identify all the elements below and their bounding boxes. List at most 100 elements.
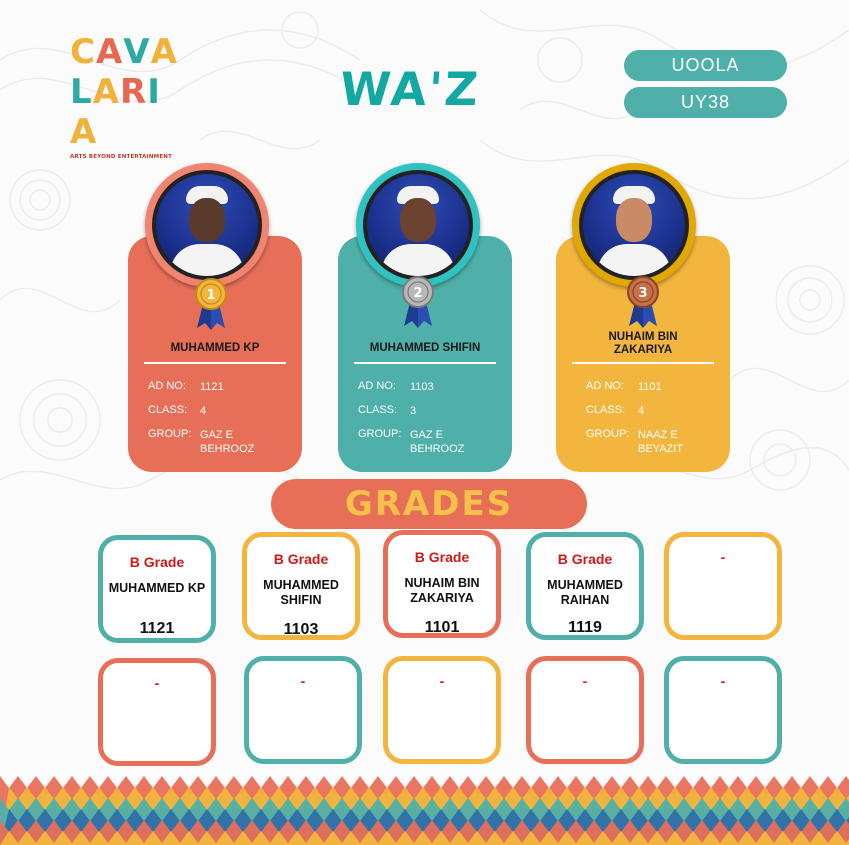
ad-no-label: AD NO: — [586, 380, 624, 392]
logo-letter: A — [70, 112, 98, 152]
logo-letter: A — [95, 32, 124, 72]
class-row: CLASS: 3 — [358, 404, 490, 418]
logo-line-2: LARIA — [70, 72, 180, 152]
face-shape — [189, 198, 225, 242]
silver-medal-icon: 2 — [402, 276, 434, 328]
class-label: CLASS: — [148, 404, 188, 416]
gold-medal-icon: 1 — [195, 278, 227, 330]
avatar-border — [152, 170, 262, 280]
bronze-medal-icon: 3 — [627, 276, 659, 328]
grade-box-10: - — [664, 656, 782, 764]
grade-box-3: B Grade NUHAIM BIN ZAKARIYA 1101 — [383, 530, 501, 638]
avatar — [583, 174, 685, 276]
avatar-border — [363, 170, 473, 280]
class-value: 3 — [410, 405, 417, 417]
class-row: CLASS: 4 — [148, 404, 280, 418]
grade-student-name: MUHAMMED SHIFIN — [263, 578, 339, 607]
ad-no-label: AD NO: — [148, 380, 186, 392]
avatar — [367, 174, 469, 276]
ad-no-value: 1101 — [638, 381, 662, 393]
shirt-shape — [381, 244, 455, 276]
logo-letter: A — [92, 72, 120, 112]
avatar-frame-2 — [356, 163, 480, 287]
avatar-frame-3 — [572, 163, 696, 287]
logo-letter: A — [150, 32, 178, 72]
grade-label: B Grade — [557, 551, 613, 567]
face-shape — [616, 198, 652, 242]
grade-box-2: B Grade MUHAMMED SHIFIN 1103 — [242, 532, 360, 640]
grade-student-name: NUHAIM BIN ZAKARIYA — [404, 576, 480, 605]
grade-label: - — [439, 673, 445, 689]
grade-ad-no: 1103 — [283, 621, 319, 638]
grade-box-4: B Grade MUHAMMED RAIHAN 1119 — [526, 532, 644, 640]
rank-number: 1 — [206, 288, 215, 303]
grade-student-name: MUHAMMED RAIHAN — [547, 578, 623, 607]
code-badge: UY38 — [624, 87, 787, 118]
ad-no-row: AD NO: 1121 — [148, 380, 280, 394]
logo-letter: V — [123, 32, 151, 72]
grade-box-5: - — [664, 532, 782, 640]
class-value: 4 — [200, 405, 207, 417]
winner-name: MUHAMMED KP — [170, 342, 260, 354]
shirt-shape — [597, 244, 671, 276]
grade-label: B Grade — [273, 551, 329, 567]
ad-no-row: AD NO: 1103 — [358, 380, 490, 394]
grade-label: B Grade — [129, 554, 185, 570]
grade-ad-no: 1119 — [568, 619, 602, 636]
divider — [572, 362, 714, 364]
ad-no-row: AD NO: 1101 — [586, 380, 718, 394]
category-badge: UOOLA — [624, 50, 787, 81]
avatar-border — [579, 170, 689, 280]
class-label: CLASS: — [586, 404, 626, 416]
group-row: GROUP: GAZ E BEHROOZ — [148, 428, 280, 456]
group-row: GROUP: GAZ E BEHROOZ — [358, 428, 490, 456]
cavalaria-logo: CAVA LARIA ARTS BEYOND ENTERTAINMENT — [70, 32, 180, 160]
class-label: CLASS: — [358, 404, 398, 416]
rank-number: 3 — [638, 286, 647, 301]
group-value: NAAZ E BEYAZIT — [638, 429, 684, 455]
group-label: GROUP: — [586, 428, 630, 440]
winner-name: MUHAMMED SHIFIN — [369, 342, 481, 354]
shirt-shape — [170, 244, 244, 276]
class-value: 4 — [638, 405, 645, 417]
grade-ad-no: 1121 — [139, 620, 175, 637]
grade-ad-no: 1101 — [424, 619, 460, 636]
grade-box-6: - — [98, 658, 216, 766]
rank-number: 2 — [413, 286, 422, 301]
page-title: WA'Z — [338, 62, 482, 116]
divider — [354, 362, 496, 364]
grade-label: - — [582, 673, 588, 689]
group-label: GROUP: — [148, 428, 192, 440]
ad-no-value: 1121 — [200, 381, 224, 393]
group-value: GAZ E BEHROOZ — [200, 429, 255, 455]
avatar-frame-1 — [145, 163, 269, 287]
class-row: CLASS: 4 — [586, 404, 718, 418]
grade-label: - — [154, 675, 160, 691]
grade-box-7: - — [244, 656, 362, 764]
face-shape — [400, 198, 436, 242]
ad-no-value: 1103 — [410, 381, 434, 393]
ad-no-label: AD NO: — [358, 380, 396, 392]
logo-letter: I — [147, 72, 161, 112]
avatar — [156, 174, 258, 276]
group-label: GROUP: — [358, 428, 402, 440]
winner-name: NUHAIM BIN ZAKARIYA — [608, 331, 678, 356]
group-row: GROUP: NAAZ E BEYAZIT — [586, 428, 718, 456]
group-value: GAZ E BEHROOZ — [410, 429, 465, 455]
grade-label: - — [720, 549, 726, 565]
grade-box-1: B Grade MUHAMMED KP 1121 — [98, 535, 216, 643]
divider — [144, 362, 286, 364]
grade-box-8: - — [383, 656, 501, 764]
logo-line-1: CAVA — [70, 32, 180, 72]
logo-tagline: ARTS BEYOND ENTERTAINMENT — [70, 154, 173, 160]
logo-letter: L — [70, 72, 93, 112]
grades-heading: GRADES — [271, 479, 587, 529]
grade-label: B Grade — [414, 549, 470, 565]
grade-box-9: - — [526, 656, 644, 764]
grade-label: - — [300, 673, 306, 689]
decorative-zigzag-border — [0, 776, 849, 845]
grade-label: - — [720, 673, 726, 689]
logo-letter: R — [120, 72, 148, 112]
grade-student-name: MUHAMMED KP — [108, 581, 206, 595]
logo-letter: C — [70, 32, 96, 72]
